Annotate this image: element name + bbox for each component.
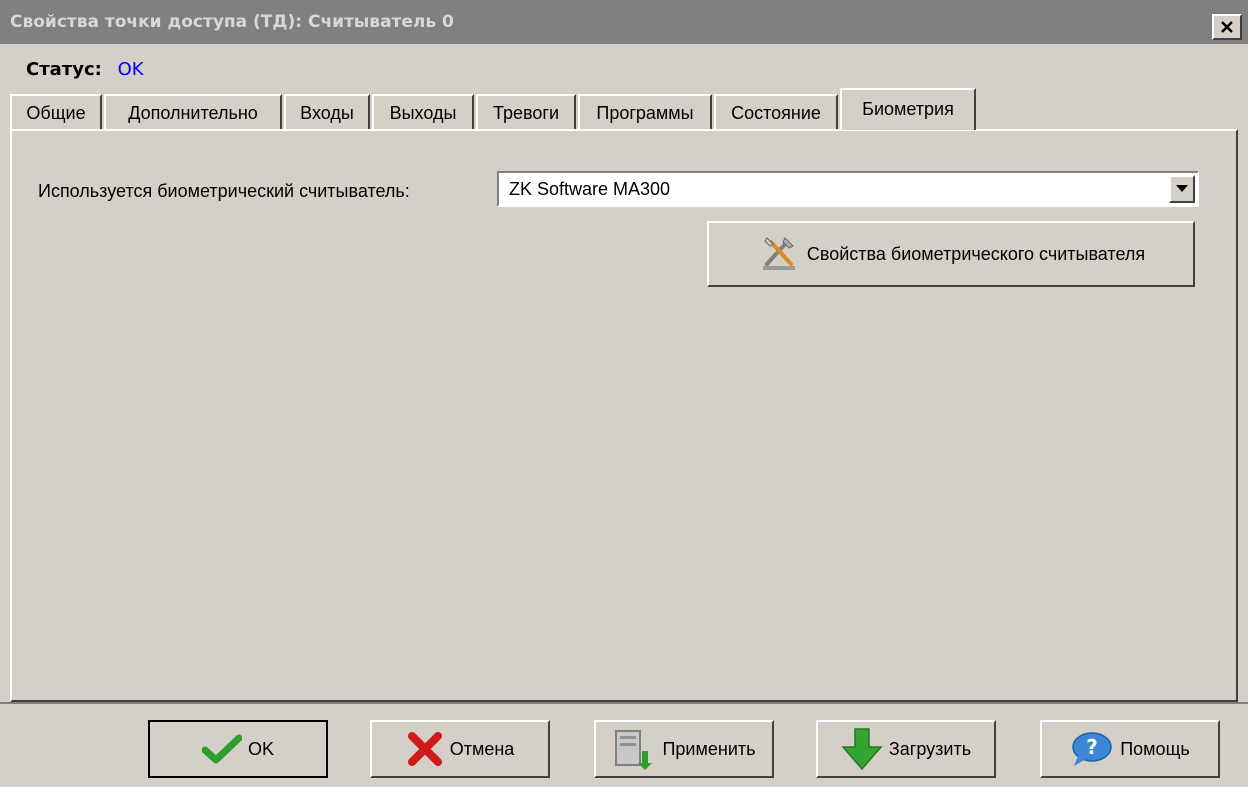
tab-general[interactable]: Общие — [10, 94, 102, 130]
tab-state[interactable]: Состояние — [714, 94, 838, 130]
green-down-arrow-icon — [841, 727, 883, 771]
chevron-down-icon — [1176, 185, 1188, 192]
ok-button-label: OK — [247, 738, 274, 759]
tab-panel-biometry: Используется биометрический считыватель:… — [10, 129, 1238, 702]
biometric-reader-select[interactable]: ZK Software MA300 — [497, 171, 1199, 207]
footer-bar: OK Отмена Применить Загрузить ? Помощь — [0, 702, 1248, 787]
close-icon — [1221, 21, 1233, 33]
title-bar[interactable]: Свойства точки доступа (ТД): Считыватель… — [0, 0, 1248, 44]
ok-button[interactable]: OK — [148, 720, 328, 778]
tab-outputs[interactable]: Выходы — [372, 94, 474, 130]
dropdown-button[interactable] — [1169, 175, 1195, 203]
biometric-reader-value: ZK Software MA300 — [509, 179, 671, 199]
dialog-window: Свойства точки доступа (ТД): Считыватель… — [0, 0, 1248, 787]
cancel-button[interactable]: Отмена — [370, 720, 550, 778]
help-button[interactable]: ? Помощь — [1040, 720, 1220, 778]
close-button[interactable] — [1212, 14, 1242, 40]
load-button-label: Загрузить — [888, 738, 972, 759]
tab-inputs[interactable]: Входы — [284, 94, 370, 130]
checkmark-icon — [201, 734, 242, 764]
status-row: Статус: OK — [26, 56, 144, 84]
red-x-icon — [406, 730, 444, 768]
apply-button[interactable]: Применить — [594, 720, 774, 778]
tab-biometry[interactable]: Биометрия — [840, 88, 976, 130]
window-title: Свойства точки доступа (ТД): Считыватель… — [10, 12, 454, 32]
status-label: Статус: — [26, 59, 102, 80]
biometric-reader-properties-button[interactable]: Свойства биометрического считывателя — [707, 221, 1195, 287]
server-arrow-icon — [612, 727, 656, 771]
tools-icon — [757, 232, 801, 276]
apply-button-label: Применить — [662, 738, 756, 759]
tab-alarms[interactable]: Тревоги — [476, 94, 576, 130]
svg-text:?: ? — [1086, 735, 1098, 759]
biometric-reader-label: Используется биометрический считыватель: — [38, 181, 410, 201]
help-button-label: Помощь — [1120, 738, 1190, 759]
load-button[interactable]: Загрузить — [816, 720, 996, 778]
cancel-button-label: Отмена — [449, 738, 515, 759]
help-bubble-icon: ? — [1070, 730, 1114, 768]
biometric-reader-properties-label: Свойства биометрического считывателя — [806, 243, 1146, 264]
tab-advanced[interactable]: Дополнительно — [104, 94, 282, 130]
status-value: OK — [117, 59, 144, 80]
tab-programs[interactable]: Программы — [578, 94, 712, 130]
